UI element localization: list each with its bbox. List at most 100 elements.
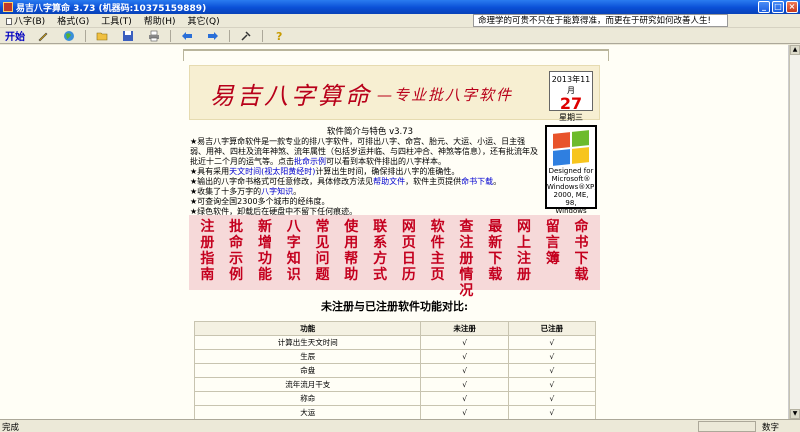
- header-registered: 已注册: [507, 321, 597, 336]
- nav-link[interactable]: 八字知识: [284, 219, 304, 286]
- date-weekday: 星期三: [559, 113, 583, 122]
- nav-strip: 注册指南批命示例新增功能八字知识常见问题使用帮助联系方式网页日历软件主页查注册情…: [189, 215, 600, 299]
- nav-link[interactable]: 联系方式: [370, 219, 390, 286]
- table-cell: √: [507, 349, 597, 364]
- nav-link[interactable]: 批命示例: [226, 219, 246, 286]
- document-icon: [6, 18, 12, 25]
- close-button[interactable]: ×: [786, 1, 798, 13]
- table-cell: 称命: [193, 391, 422, 406]
- scrolling-marquee: 命理学的可贵不只在于能算得准，而更在于研究如何改善人生!: [473, 14, 728, 27]
- vertical-scrollbar[interactable]: ▲ ▼: [789, 45, 800, 419]
- minimize-button[interactable]: _: [758, 1, 770, 13]
- table-row: 大运 √ √: [193, 405, 597, 420]
- decorative-frame-left: [183, 49, 184, 61]
- decorative-frame: [183, 49, 609, 51]
- table-row: 流年流月干支 √ √: [193, 377, 597, 392]
- nav-link[interactable]: 最新下载: [485, 219, 505, 286]
- menu-bar: 八字(B) 格式(G) 工具(T) 帮助(H) 其它(Q) 命理学的可贵不只在于…: [0, 14, 800, 28]
- logo-subtitle: —专业批八字软件: [377, 86, 514, 104]
- help-file-link[interactable]: 帮助文件: [373, 177, 405, 186]
- table-cell: √: [420, 363, 509, 378]
- numlock-indicator: 数字: [762, 423, 780, 432]
- menu-format[interactable]: 格式(G): [51, 14, 95, 27]
- nav-link[interactable]: 注册指南: [197, 219, 217, 286]
- table-cell: √: [507, 363, 597, 378]
- astronomical-time-link[interactable]: 天文时间(视太阳黄经时): [229, 167, 315, 176]
- table-cell: √: [420, 377, 509, 392]
- scroll-down-icon[interactable]: ▼: [790, 409, 800, 419]
- print-icon[interactable]: [146, 29, 162, 43]
- sample-link[interactable]: 批命示例: [294, 157, 326, 166]
- svg-text:?: ?: [276, 30, 282, 42]
- table-header-row: 功能 未注册 已注册: [193, 321, 597, 336]
- scroll-up-icon[interactable]: ▲: [790, 45, 800, 55]
- table-cell: √: [420, 405, 509, 420]
- window-controls: _ □ ×: [758, 1, 798, 13]
- nav-link[interactable]: 软件主页: [428, 219, 448, 286]
- table-row: 计算出生天文时间 √ √: [193, 335, 597, 350]
- menu-tools[interactable]: 工具(T): [95, 14, 138, 27]
- table-cell: √: [507, 335, 597, 350]
- table-cell: √: [420, 335, 509, 350]
- date-day: 27: [559, 94, 583, 113]
- tools-icon[interactable]: [238, 29, 254, 43]
- compare-title: 未注册与已注册软件功能对比:: [320, 300, 469, 313]
- nav-link[interactable]: 命书下载: [572, 219, 592, 286]
- intro-heading: 软件简介与特色 v3.73: [326, 127, 414, 137]
- save-icon[interactable]: [120, 29, 136, 43]
- nav-link[interactable]: 使用帮助: [341, 219, 361, 286]
- menu-other[interactable]: 其它(Q): [182, 14, 226, 27]
- table-cell: 计算出生天文时间: [193, 335, 422, 350]
- banner: 易吉八字算命 —专业批八字软件: [189, 65, 600, 120]
- pencil-icon[interactable]: [35, 29, 51, 43]
- back-arrow-icon[interactable]: [179, 29, 195, 43]
- table-row: 生辰 √ √: [193, 349, 597, 364]
- nav-link[interactable]: 网页日历: [399, 219, 419, 286]
- menu-bazi[interactable]: 八字(B): [0, 14, 51, 27]
- table-row: 称命 √ √: [193, 391, 597, 406]
- forward-arrow-icon[interactable]: [205, 29, 221, 43]
- maximize-button[interactable]: □: [772, 1, 784, 13]
- windows-flag-icon: [553, 130, 589, 166]
- table-row: 命盘 √ √: [193, 363, 597, 378]
- logo-text: 易吉八字算命: [210, 82, 372, 110]
- nav-link[interactable]: 常见问题: [313, 219, 333, 286]
- table-cell: 生辰: [193, 349, 422, 364]
- table-cell: √: [420, 349, 509, 364]
- toolbar: 开始 ?: [0, 28, 800, 44]
- globe-icon[interactable]: [61, 29, 77, 43]
- toolbar-separator: [85, 29, 86, 42]
- date-year-month: 2013年11月: [551, 75, 591, 95]
- table-cell: 流年流月干支: [193, 377, 422, 392]
- table-cell: 大运: [193, 405, 422, 420]
- nav-link[interactable]: 留言簿: [543, 219, 563, 286]
- feature-compare-table: 功能 未注册 已注册 计算出生天文时间 √ √ 生辰 √ √ 命盘 √ √ 流年流月干支 √ √ 称命 √…: [193, 321, 597, 420]
- nav-link[interactable]: 查注册情况: [456, 219, 476, 299]
- book-download-link[interactable]: 命书下载: [461, 177, 493, 186]
- menu-help[interactable]: 帮助(H): [138, 14, 182, 27]
- date-box: 2013年11月 27 星期三: [549, 71, 593, 122]
- status-pane: [698, 421, 756, 432]
- start-button[interactable]: 开始: [0, 28, 30, 43]
- nav-link[interactable]: 新增功能: [255, 219, 275, 286]
- toolbar-separator: [262, 29, 263, 42]
- intro-text: ★易吉八字算命软件是一款专业的排八字软件，可排出八字、命宫、胎元、大运、小运、日…: [190, 137, 538, 216]
- nav-link[interactable]: 网上注册: [514, 219, 534, 286]
- table-cell: √: [507, 391, 597, 406]
- help-icon[interactable]: ?: [271, 29, 287, 43]
- toolbar-separator: [229, 29, 230, 42]
- status-text: 完成: [2, 423, 20, 432]
- bazi-knowledge-link[interactable]: 八字知识: [261, 187, 293, 196]
- toolbar-separator: [170, 29, 171, 42]
- table-cell: √: [507, 405, 597, 420]
- table-cell: √: [420, 391, 509, 406]
- decorative-frame-right: [608, 49, 609, 61]
- windows-xp-badge: Designed for Microsoft® Windows®XP, 2000…: [545, 125, 597, 223]
- app-icon: [3, 2, 13, 12]
- open-folder-icon[interactable]: [94, 29, 110, 43]
- header-unregistered: 未注册: [420, 321, 509, 336]
- window-title: 易吉八字算命 3.73 (机器码:10375159889): [16, 3, 207, 14]
- title-bar: 易吉八字算命 3.73 (机器码:10375159889) _ □ ×: [0, 0, 800, 14]
- table-cell: 命盘: [193, 363, 422, 378]
- status-bar: 完成 数字: [0, 419, 800, 432]
